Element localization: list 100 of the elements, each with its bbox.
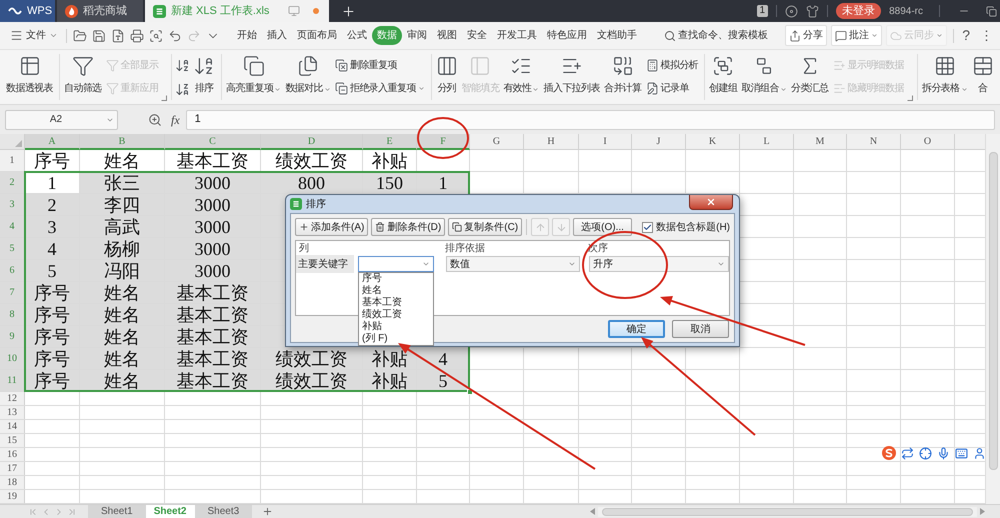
login-button[interactable]: 未登录 bbox=[836, 3, 882, 19]
toolbar-button[interactable]: 分享 bbox=[785, 25, 828, 46]
mic-icon[interactable] bbox=[937, 446, 950, 460]
row-header[interactable]: 1 bbox=[0, 150, 25, 171]
printer-icon[interactable] bbox=[130, 28, 144, 42]
help-button[interactable]: ? bbox=[960, 25, 972, 46]
toolbar-button[interactable]: 选项(O)... bbox=[573, 218, 632, 236]
toolbar-button[interactable]: 复制条件(C) bbox=[448, 218, 522, 236]
search-field[interactable]: 查找命令、搜索模板 bbox=[678, 28, 769, 43]
scrollbar-thumb[interactable] bbox=[602, 508, 973, 516]
ribbon-tab[interactable]: 视图 bbox=[432, 26, 462, 45]
crosshair-icon[interactable] bbox=[919, 446, 932, 460]
ribbon-button[interactable]: 排序 bbox=[191, 50, 218, 104]
sheet-tab[interactable]: Sheet2 bbox=[146, 505, 194, 518]
ribbon-button[interactable]: 取消组合 bbox=[739, 50, 789, 104]
ribbon-button[interactable]: 合 bbox=[970, 50, 996, 104]
sort-order-dropdown[interactable]: 升序 bbox=[589, 256, 729, 272]
name-box[interactable]: A2 bbox=[5, 110, 118, 130]
ribbon-button[interactable]: 插入下拉列表 bbox=[541, 50, 602, 104]
function-label[interactable]: fx bbox=[171, 110, 180, 128]
notification-badge[interactable]: 1 bbox=[756, 5, 768, 17]
row-header[interactable]: 16 bbox=[0, 448, 25, 461]
ribbon-tab[interactable]: 文档助手 bbox=[592, 26, 642, 45]
sort-descending-icon[interactable] bbox=[175, 82, 190, 96]
column-header[interactable]: M bbox=[794, 134, 847, 150]
dropdown-option[interactable]: 序号 bbox=[359, 273, 433, 285]
file-menu[interactable]: 文件 bbox=[8, 26, 60, 46]
ribbon-button[interactable]: 拒绝录入重复项 bbox=[332, 80, 427, 98]
column-header[interactable]: O bbox=[901, 134, 955, 150]
toolbar-button[interactable]: 添加条件(A) bbox=[295, 218, 368, 236]
sort-basis-dropdown[interactable]: 数值 bbox=[446, 256, 580, 272]
toolbar-button[interactable]: 删除条件(D) bbox=[371, 218, 446, 236]
repeat-arrows-icon[interactable] bbox=[901, 446, 914, 460]
more-button[interactable]: ⋮ bbox=[978, 26, 995, 46]
key-dropdown[interactable] bbox=[358, 256, 434, 272]
row-header[interactable]: 17 bbox=[0, 462, 25, 475]
checkbox[interactable] bbox=[642, 222, 654, 232]
user-icon[interactable] bbox=[973, 446, 986, 460]
document-icon[interactable] bbox=[111, 28, 125, 42]
row-header[interactable]: 14 bbox=[0, 420, 25, 433]
dropdown-option[interactable]: (列 F) bbox=[359, 333, 433, 345]
formula-input[interactable]: 1 bbox=[186, 110, 995, 130]
ribbon-button[interactable]: 数据透视表 bbox=[4, 50, 56, 104]
column-header[interactable]: G bbox=[470, 134, 524, 150]
column-header[interactable]: K bbox=[686, 134, 740, 150]
row-header[interactable]: 18 bbox=[0, 476, 25, 489]
column-header[interactable]: N bbox=[847, 134, 901, 150]
ribbon-button[interactable]: 创建组 bbox=[707, 50, 740, 104]
folder-icon[interactable] bbox=[73, 28, 87, 42]
sheet-tab[interactable]: Sheet1 bbox=[88, 505, 146, 518]
ribbon-tab[interactable]: 插入 bbox=[262, 26, 292, 45]
column-header[interactable]: I bbox=[579, 134, 632, 150]
ribbon-tab[interactable]: 开发工具 bbox=[492, 26, 542, 45]
ribbon-tab[interactable]: 安全 bbox=[462, 26, 492, 45]
ribbon-button[interactable]: 模拟分析 bbox=[644, 56, 700, 74]
launcher-icon[interactable] bbox=[906, 95, 913, 101]
restore-icon[interactable] bbox=[986, 6, 997, 16]
scrollbar-thumb[interactable] bbox=[988, 152, 998, 470]
save-icon[interactable] bbox=[92, 28, 106, 42]
row-header[interactable]: 19 bbox=[0, 490, 25, 503]
undo-icon[interactable] bbox=[168, 28, 182, 42]
ribbon-tab[interactable]: 公式 bbox=[342, 26, 372, 45]
ribbon-tab[interactable]: 页面布局 bbox=[292, 26, 342, 45]
ribbon-button[interactable]: 高亮重复项 bbox=[224, 50, 284, 104]
ribbon-button[interactable]: 数据对比 bbox=[283, 50, 333, 104]
close-button[interactable] bbox=[689, 195, 733, 210]
sort-ascending-icon[interactable] bbox=[175, 58, 190, 72]
ribbon-button[interactable]: 分类汇总 bbox=[788, 50, 831, 104]
ribbon-button[interactable]: 有效性 bbox=[501, 50, 542, 104]
ribbon-button[interactable]: 合并计算 bbox=[602, 50, 644, 104]
add-sheet-icon[interactable] bbox=[262, 506, 274, 517]
row-header[interactable]: 12 bbox=[0, 392, 25, 405]
dropdown-option[interactable]: 绩效工资 bbox=[359, 309, 433, 321]
ribbon-button[interactable]: 拆分表格 bbox=[920, 50, 970, 104]
swirl-logo-icon[interactable] bbox=[882, 446, 896, 460]
dropdown-option[interactable]: 姓名 bbox=[359, 285, 433, 297]
toolbar-button[interactable]: 批注 bbox=[831, 25, 882, 46]
column-header[interactable]: J bbox=[632, 134, 686, 150]
dropdown-option[interactable]: 基本工资 bbox=[359, 297, 433, 309]
row-header[interactable]: 15 bbox=[0, 434, 25, 447]
ribbon-button[interactable]: 删除重复项 bbox=[332, 56, 427, 74]
scan-search-icon[interactable] bbox=[149, 28, 163, 42]
row-header[interactable]: 13 bbox=[0, 406, 25, 419]
ribbon-button[interactable]: 记录单 bbox=[644, 80, 700, 98]
ribbon-tab[interactable]: 特色应用 bbox=[542, 26, 592, 45]
launcher-icon[interactable] bbox=[161, 95, 168, 101]
home-tab[interactable]: WPS bbox=[0, 0, 55, 22]
dialog-button[interactable]: 取消 bbox=[672, 320, 729, 338]
ribbon-tab[interactable]: 开始 bbox=[232, 26, 262, 45]
dropdown-option[interactable]: 补贴 bbox=[359, 321, 433, 333]
zoom-icon[interactable] bbox=[148, 112, 162, 126]
new-tab-icon[interactable] bbox=[341, 4, 356, 18]
checkbox-label[interactable]: 数据包含标题(H) bbox=[656, 220, 730, 234]
ribbon-button[interactable]: 分列 bbox=[434, 50, 460, 104]
sheet-tab[interactable]: Sheet3 bbox=[194, 505, 252, 518]
ribbon-button[interactable]: 自动筛选 bbox=[62, 50, 104, 104]
keyboard-icon[interactable] bbox=[955, 446, 968, 460]
dialog-button[interactable]: 确定 bbox=[608, 320, 665, 338]
disc-icon[interactable] bbox=[785, 4, 798, 18]
ribbon-tab[interactable]: 审阅 bbox=[402, 26, 432, 45]
